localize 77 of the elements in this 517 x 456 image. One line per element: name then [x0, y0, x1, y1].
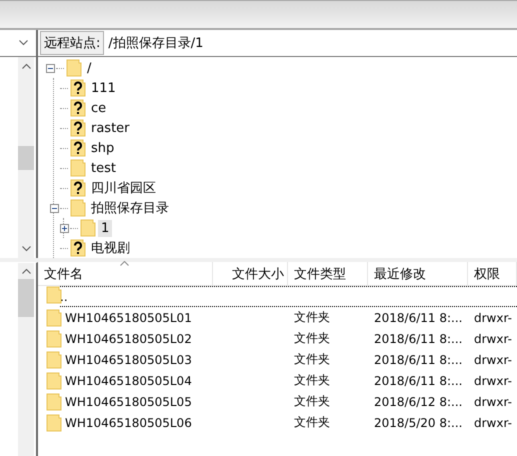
folder-icon: [46, 414, 62, 432]
file-name: WH10465180505L06: [65, 416, 192, 430]
modified-date: 2018/6/11 8:...: [374, 374, 462, 388]
scrollbar-thumb[interactable]: [18, 279, 34, 317]
file-name: WH10465180505L02: [65, 332, 192, 346]
collapse-icon[interactable]: [50, 204, 58, 212]
unknown-folder-icon: [70, 179, 86, 197]
permissions: drwxr-: [474, 374, 512, 388]
folder-icon: [46, 286, 62, 304]
scrollbar[interactable]: [18, 57, 34, 258]
tree-item[interactable]: 电视剧: [88, 238, 133, 258]
column-header[interactable]: 文件大小: [213, 262, 288, 285]
folder-icon: [70, 159, 86, 177]
file-name: WH10465180505L03: [65, 352, 192, 366]
permissions: drwxr-: [474, 310, 512, 324]
modified-date: 2018/5/20 8:...: [374, 416, 462, 430]
folder-icon: [66, 59, 82, 77]
permissions: drwxr-: [474, 332, 512, 346]
unknown-folder-icon: [70, 99, 86, 117]
tree-item[interactable]: test: [88, 160, 119, 176]
folder-icon: [70, 199, 86, 217]
tree-item[interactable]: raster: [88, 120, 133, 136]
file-row[interactable]: WH10465180505L06 文件夹 2018/5/20 8:... drwxr-: [38, 412, 517, 433]
file-row[interactable]: WH10465180505L04 文件夹 2018/6/11 8:... drwxr-: [38, 370, 517, 391]
file-type: 文件夹: [294, 352, 330, 366]
tree-item[interactable]: shp: [88, 140, 118, 156]
folder-icon: [80, 219, 96, 237]
modified-date: 2018/6/12 8:...: [374, 394, 462, 408]
scrollbar-thumb[interactable]: [18, 146, 34, 170]
tree-item[interactable]: ce: [88, 100, 110, 116]
folder-icon: [46, 350, 62, 368]
tree-item[interactable]: 拍照保存目录: [88, 198, 172, 218]
sort-icon: [120, 261, 129, 266]
dropdown-icon[interactable]: [19, 40, 28, 46]
folder-icon: [46, 330, 62, 348]
file-type: 文件夹: [294, 415, 330, 429]
scrollbar[interactable]: [18, 263, 34, 456]
column-header[interactable]: 文件类型: [288, 262, 368, 285]
file-name: WH10465180505L01: [65, 310, 192, 324]
unknown-folder-icon: [70, 139, 86, 157]
column-header[interactable]: 权限: [468, 262, 517, 285]
file-type: 文件夹: [294, 373, 330, 387]
folder-icon: [46, 308, 62, 326]
unknown-folder-icon: [70, 79, 86, 97]
file-row[interactable]: WH10465180505L03 文件夹 2018/6/11 8:... drwxr-: [38, 349, 517, 370]
scroll-up-icon[interactable]: [22, 63, 30, 69]
file-row[interactable]: ..: [60, 286, 517, 307]
file-type: 文件夹: [294, 394, 330, 408]
scroll-up-icon[interactable]: [22, 268, 30, 274]
folder-icon: [46, 372, 62, 390]
permissions: drwxr-: [474, 416, 512, 430]
expand-icon[interactable]: [60, 224, 68, 232]
column-header[interactable]: 文件名: [38, 262, 213, 285]
file-name: WH10465180505L04: [65, 374, 192, 388]
scroll-down-icon[interactable]: [22, 246, 30, 252]
column-header[interactable]: 最近修改: [368, 262, 468, 285]
file-name: ..: [60, 290, 68, 304]
file-row[interactable]: WH10465180505L05 文件夹 2018/6/12 8:... drwxr-: [38, 391, 517, 412]
collapse-icon[interactable]: [46, 64, 54, 72]
remote-site-label: 远程站点:: [40, 31, 104, 55]
file-row[interactable]: WH10465180505L02 文件夹 2018/6/11 8:... drwxr-: [38, 328, 517, 349]
file-type: 文件夹: [294, 310, 330, 324]
tree-item[interactable]: /: [84, 60, 94, 76]
unknown-folder-icon: [70, 119, 86, 137]
modified-date: 2018/6/11 8:...: [374, 310, 462, 324]
permissions: drwxr-: [474, 394, 512, 408]
unknown-folder-icon: [70, 239, 86, 257]
file-type: 文件夹: [294, 331, 330, 345]
file-row[interactable]: WH10465180505L01 文件夹 2018/6/11 8:... drwxr-: [38, 307, 517, 328]
modified-date: 2018/6/11 8:...: [374, 352, 462, 366]
tree-item[interactable]: 四川省园区: [88, 178, 159, 198]
folder-icon: [46, 392, 62, 410]
tree-item[interactable]: 111: [88, 80, 119, 96]
file-name: WH10465180505L05: [65, 394, 192, 408]
tree-item[interactable]: 1: [98, 220, 112, 236]
permissions: drwxr-: [474, 352, 512, 366]
modified-date: 2018/6/11 8:...: [374, 332, 462, 346]
